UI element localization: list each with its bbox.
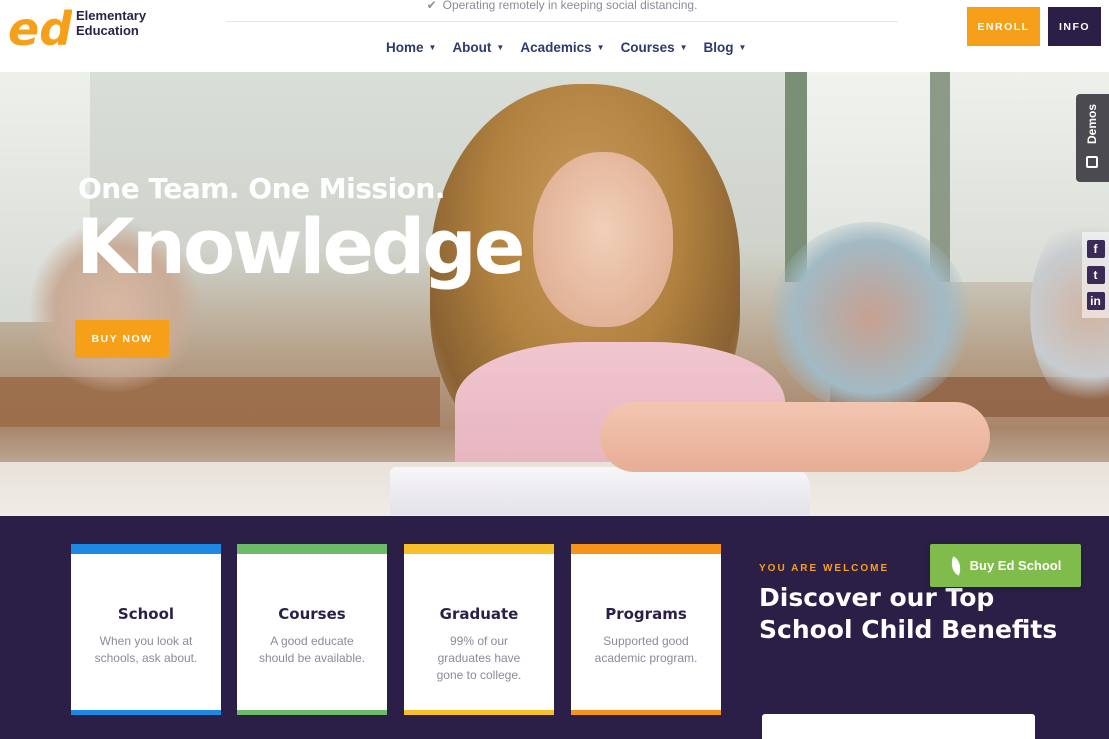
feature-card-courses[interactable]: Courses A good educate should be availab… <box>237 544 387 715</box>
buy-ed-school-button[interactable]: Buy Ed School <box>930 544 1081 587</box>
section-heading: Discover our Top School Child Benefits <box>759 583 1058 644</box>
card-description: 99% of our graduates have gone to colleg… <box>436 634 522 682</box>
buy-now-button[interactable]: BUY NOW <box>75 320 169 358</box>
hero-photo <box>390 467 810 515</box>
hero-title: Knowledge <box>76 202 525 291</box>
document-icon <box>1086 156 1098 168</box>
card-title: School <box>117 605 175 623</box>
demos-tab[interactable]: Demos <box>1076 94 1109 182</box>
hero-photo <box>533 152 673 327</box>
linkedin-icon[interactable]: in <box>1086 292 1105 310</box>
feature-card-graduate[interactable]: Graduate 99% of our graduates have gone … <box>404 544 554 715</box>
logo[interactable]: ed Elementary Education <box>8 0 146 52</box>
hero-background <box>770 222 970 412</box>
svg-text:ed: ed <box>8 2 72 51</box>
social-links: f t in <box>1082 232 1109 318</box>
nav-label: Academics <box>520 40 592 55</box>
welcome-eyebrow: YOU ARE WELCOME <box>759 563 890 574</box>
caret-down-icon: ▼ <box>679 43 688 52</box>
hero-background <box>0 377 440 427</box>
form-input[interactable] <box>762 714 1035 739</box>
demos-label: Demos <box>1085 104 1099 145</box>
nav-label: Home <box>386 40 424 55</box>
hero-subtitle: One Team. One Mission. <box>78 172 445 205</box>
notice-bar: ✔ Operating remotely in keeping social di… <box>226 0 898 22</box>
card-description: Supported good academic program. <box>594 634 698 665</box>
site-header: ed Elementary Education ✔ Operating remot… <box>0 0 1109 72</box>
card-description: A good educate should be available. <box>258 634 366 665</box>
check-icon: ✔ <box>426 0 437 12</box>
logo-text-line1: Elementary <box>76 8 147 23</box>
nav-item-blog[interactable]: Blog ▼ <box>704 40 747 55</box>
feature-card-programs[interactable]: Programs Supported good academic program… <box>571 544 721 715</box>
logo-text: Elementary Education <box>76 8 146 38</box>
leaf-icon <box>947 555 964 576</box>
nav-item-about[interactable]: About ▼ <box>452 40 504 55</box>
feature-card-school[interactable]: School When you look at schools, ask abo… <box>71 544 221 715</box>
caret-down-icon: ▼ <box>496 43 505 52</box>
nav-label: Courses <box>620 40 675 55</box>
enroll-button[interactable]: ENROLL <box>967 7 1040 46</box>
notice-text: Operating remotely in keeping social dis… <box>442 0 698 12</box>
nav-item-academics[interactable]: Academics ▼ <box>520 40 604 55</box>
logo-icon: ed <box>8 2 72 51</box>
hero-photo <box>600 402 990 472</box>
caret-down-icon: ▼ <box>596 43 605 52</box>
card-description: When you look at schools, ask about. <box>94 634 198 665</box>
nav-item-home[interactable]: Home ▼ <box>386 40 436 55</box>
info-button[interactable]: INFO <box>1048 7 1101 46</box>
nav-item-courses[interactable]: Courses ▼ <box>621 40 688 55</box>
hero-section: One Team. One Mission. Knowledge BUY NOW <box>0 72 1109 516</box>
facebook-icon[interactable]: f <box>1086 240 1105 258</box>
buy-ed-school-label: Buy Ed School <box>969 558 1062 573</box>
card-title: Courses <box>278 605 346 623</box>
nav-label: Blog <box>703 40 734 55</box>
caret-down-icon: ▼ <box>428 43 437 52</box>
main-nav: Home ▼ About ▼ Academics ▼ Courses ▼ Blog ▼ <box>386 40 746 55</box>
card-title: Graduate <box>439 605 519 623</box>
features-section: School When you look at schools, ask abo… <box>0 516 1109 739</box>
caret-down-icon: ▼ <box>738 43 747 52</box>
logo-text-line2: Education <box>76 23 139 38</box>
nav-label: About <box>452 40 492 55</box>
twitter-icon[interactable]: t <box>1086 266 1105 284</box>
card-title: Programs <box>605 605 687 623</box>
